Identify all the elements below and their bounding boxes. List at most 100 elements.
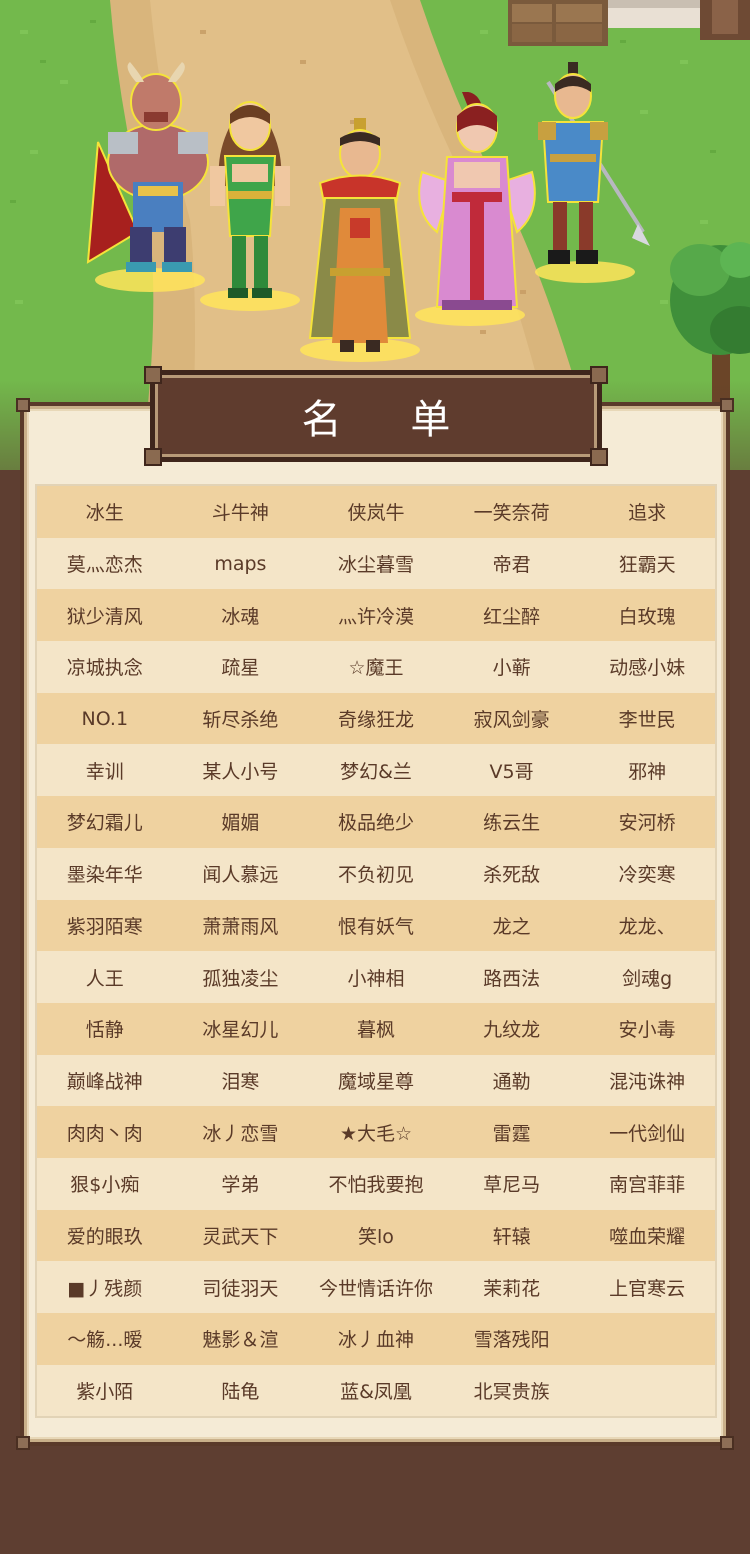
player-name-cell: 小蕲 — [492, 657, 531, 680]
player-name-cell: 九纹龙 — [483, 1019, 541, 1042]
player-name-cell: 墨染年华 — [66, 864, 143, 887]
table-row: 幸训 某人小号 梦幻&兰 V5哥 邪神 — [37, 744, 715, 797]
player-name-cell — [579, 1365, 715, 1417]
player-name-cell: 狂霸天 — [618, 554, 676, 577]
title-corner — [590, 366, 608, 384]
player-name-cell: ★大毛☆ — [339, 1122, 413, 1145]
player-name-cell: 冰丿恋雪 — [202, 1122, 279, 1145]
player-name-cell: 恨有妖气 — [337, 915, 414, 938]
player-name-cell: 梦幻&兰 — [340, 760, 412, 783]
player-name-cell: 冰丿血神 — [337, 1329, 414, 1352]
player-name-cell: 通勒 — [492, 1070, 531, 1093]
player-name-cell: 陆龟 — [221, 1381, 260, 1404]
player-name-cell: 一笑奈荷 — [473, 502, 550, 525]
table-row: 肉肉丶肉 冰丿恋雪 ★大毛☆ 雷霆 一代剑仙 — [37, 1106, 715, 1158]
green-dancer-character-icon — [210, 101, 290, 298]
player-name-cell: 侠岚牛 — [347, 502, 405, 525]
player-name-cell: 暮枫 — [356, 1019, 395, 1042]
title-plate: 名 单 — [150, 370, 602, 462]
pink-fairy-character-icon — [418, 92, 536, 310]
player-name-cell: 白玫瑰 — [618, 605, 676, 628]
title-corner — [590, 448, 608, 466]
table-row: 巅峰战神 泪寒 魔域星尊 通勒 混沌诛神 — [37, 1054, 715, 1107]
player-name-cell: 雷霆 — [492, 1122, 531, 1145]
panel-corner — [720, 398, 734, 412]
player-name-cell: NO.1 — [81, 707, 129, 730]
player-name-cell: 灵武天下 — [202, 1225, 279, 1248]
table-row: 墨染年华 闻人慕远 不负初见 杀死敌 冷奕寒 — [37, 847, 715, 900]
player-name-cell: 龙龙、 — [618, 915, 676, 938]
player-name-cell: 邪神 — [628, 760, 667, 783]
player-name-cell: 奇缘狂龙 — [337, 709, 414, 732]
player-name-cell: 冰尘暮雪 — [337, 554, 414, 577]
table-row: 紫羽陌寒 萧萧雨风 恨有妖气 龙之 龙龙、 — [37, 899, 715, 952]
player-name-cell: 红尘醉 — [483, 605, 541, 628]
player-name-cell: 狠$小痴 — [70, 1174, 140, 1197]
table-row: 莫灬恋杰 maps 冰尘暮雪 帝君 狂霸天 — [37, 537, 715, 590]
player-name-cell: 一代剑仙 — [609, 1122, 686, 1145]
table-row: 梦幻霜儿 媚媚 极品绝少 练云生 安河桥 — [37, 796, 715, 848]
player-name-cell: 不负初见 — [337, 864, 414, 887]
player-name-cell: 帝君 — [492, 554, 531, 577]
player-name-cell: 爱的眼玖 — [66, 1225, 143, 1248]
table-row: 人王 孤独凌尘 小神相 路西法 剑魂g — [37, 951, 715, 1003]
player-name-cell: 萧萧雨风 — [202, 915, 279, 938]
player-name-cell: 梦幻霜儿 — [66, 812, 143, 835]
player-name-cell — [579, 1313, 715, 1365]
player-name-cell: 蓝&凤凰 — [340, 1381, 412, 1404]
player-name-cell: 闻人慕远 — [202, 864, 279, 887]
table-row: 恬静 冰星幻儿 暮枫 九纹龙 安小毒 — [37, 1002, 715, 1055]
player-name-cell: 轩辕 — [492, 1225, 531, 1248]
player-name-cell: 冰生 — [85, 502, 124, 525]
table-row: 爱的眼玖 灵武天下 笑lo 轩辕 噬血荣耀 — [37, 1209, 715, 1262]
player-name-cell: 上官寒云 — [609, 1277, 686, 1300]
player-name-cell: 不怕我要抱 — [328, 1174, 424, 1197]
player-name-cell: 动感小妹 — [609, 657, 686, 680]
player-name-cell: 泪寒 — [221, 1070, 260, 1093]
player-name-cell: 李世民 — [618, 709, 676, 732]
table-row: 紫小陌 陆龟 蓝&凤凰 北冥贵族 — [37, 1364, 715, 1417]
player-name-cell: 莫灬恋杰 — [66, 554, 143, 577]
player-name-cell: 雪落残阳 — [473, 1329, 550, 1352]
player-name-cell: ■丿残颜 — [67, 1277, 143, 1300]
player-name-cell: ☆魔王 — [348, 657, 404, 680]
player-name-cell: 灬许冷漠 — [337, 605, 414, 628]
table-row: NO.1 斩尽杀绝 奇缘狂龙 寂风剑豪 李世民 — [37, 692, 715, 745]
player-name-cell: 学弟 — [221, 1174, 260, 1197]
player-name-cell: 寂风剑豪 — [473, 709, 550, 732]
player-name-cell: 追求 — [628, 502, 667, 525]
spear-warrior-character-icon — [538, 62, 650, 264]
player-name-cell: 练云生 — [483, 812, 541, 835]
player-name-cell: 噬血荣耀 — [609, 1225, 686, 1248]
player-name-cell: 草尼马 — [483, 1174, 541, 1197]
panel-corner — [720, 1436, 734, 1450]
player-name-cell: 混沌诛神 — [609, 1070, 686, 1093]
player-name-cell: 北冥贵族 — [473, 1381, 550, 1404]
player-name-cell: 今世情话许你 — [318, 1277, 433, 1300]
player-name-cell: 斗牛神 — [211, 502, 269, 525]
player-name-cell: 魔域星尊 — [337, 1070, 414, 1093]
player-name-cell: 司徒羽天 — [202, 1277, 279, 1300]
page-title: 名 单 — [301, 397, 479, 443]
table-row: ～觞...暧 魅影＆渲 冰丿血神 雪落残阳 — [37, 1313, 715, 1365]
player-name-cell: 紫羽陌寒 — [66, 915, 143, 938]
player-name-cell: ～觞...暧 — [67, 1329, 143, 1352]
title-corner — [144, 448, 162, 466]
name-list-table: 冰生 斗牛神 侠岚牛 一笑奈荷 追求 莫灬恋杰 maps 冰尘暮雪 帝君 狂霸天 狱少清风 冰魂 灬许冷… — [35, 484, 717, 1419]
panel-corner — [16, 1436, 30, 1450]
player-name-cell: 茉莉花 — [483, 1277, 541, 1300]
table-row: 冰生 斗牛神 侠岚牛 一笑奈荷 追求 — [37, 486, 715, 538]
player-name-cell: 魅影＆渲 — [202, 1329, 279, 1352]
player-name-cell: 媚媚 — [221, 812, 260, 835]
player-name-cell: 人王 — [85, 967, 124, 990]
player-name-cell: 安小毒 — [618, 1019, 676, 1042]
player-name-cell: 剑魂g — [622, 967, 673, 990]
table-row: 狠$小痴 学弟 不怕我要抱 草尼马 南宫菲菲 — [37, 1157, 715, 1210]
player-name-cell: 路西法 — [483, 967, 541, 990]
player-name-cell: 疏星 — [221, 657, 260, 680]
player-name-cell: 南宫菲菲 — [609, 1174, 686, 1197]
player-name-cell: 极品绝少 — [337, 812, 414, 835]
title-corner — [144, 366, 162, 384]
player-name-cell: 恬静 — [85, 1019, 124, 1042]
player-name-cell: 小神相 — [347, 967, 405, 990]
